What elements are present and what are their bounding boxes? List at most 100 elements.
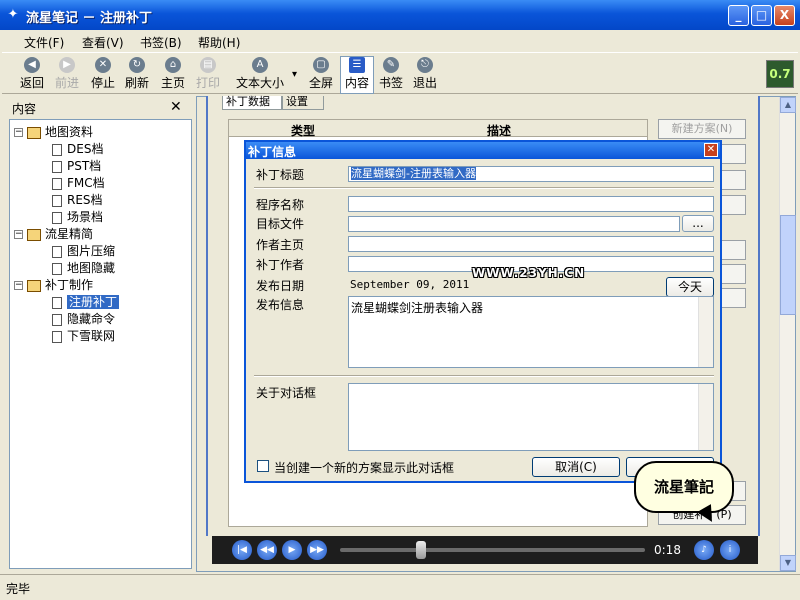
textarea-scrollbar[interactable] bbox=[698, 384, 713, 450]
info-icon[interactable]: i bbox=[720, 540, 740, 560]
contents-button[interactable]: ☰ 内容 bbox=[340, 56, 374, 94]
forward-button[interactable]: ▶ 前进 bbox=[52, 57, 82, 93]
scroll-down-icon[interactable]: ▼ bbox=[780, 555, 796, 571]
maximize-button[interactable]: □ bbox=[751, 5, 772, 26]
tree-node-patch-make[interactable]: − 补丁制作 bbox=[14, 276, 93, 293]
page-icon bbox=[52, 245, 62, 258]
fast-forward-icon[interactable]: ▶▶ bbox=[307, 540, 327, 560]
contents-panel-title: 内容 bbox=[12, 102, 37, 116]
media-progress-track[interactable] bbox=[340, 548, 645, 552]
stop-button[interactable]: ✕ 停止 bbox=[88, 57, 118, 93]
about-dialog-textarea[interactable] bbox=[348, 383, 714, 451]
release-info-label: 发布信息 bbox=[256, 298, 305, 312]
close-button[interactable]: X bbox=[774, 5, 795, 26]
tree-node-res[interactable]: RES档 bbox=[52, 191, 103, 208]
exit-icon: ⎋ bbox=[417, 57, 433, 73]
about-dialog-label: 关于对话框 bbox=[256, 386, 317, 400]
patch-author-label: 补丁作者 bbox=[256, 258, 305, 272]
textarea-scrollbar[interactable] bbox=[698, 297, 713, 367]
tab-settings[interactable]: 设置 bbox=[282, 96, 324, 110]
menu-bookmarks[interactable]: 书签(B) bbox=[140, 34, 182, 51]
page-icon bbox=[52, 143, 62, 156]
page-icon bbox=[52, 211, 62, 224]
release-date-label: 发布日期 bbox=[256, 279, 305, 293]
grid-header: 类型 描述 bbox=[228, 119, 648, 138]
page-icon bbox=[52, 177, 62, 190]
cancel-button[interactable]: 取消(C) bbox=[532, 457, 620, 477]
tree-node-hidden-commands[interactable]: 隐藏命令 bbox=[52, 310, 115, 327]
browse-button[interactable]: ... bbox=[682, 215, 714, 232]
exit-button[interactable]: ⎋ 退出 bbox=[410, 57, 440, 93]
home-icon: ⌂ bbox=[165, 57, 181, 73]
font-size-dropdown-icon[interactable]: ▾ bbox=[292, 69, 297, 80]
scroll-thumb[interactable] bbox=[780, 215, 796, 315]
vertical-scrollbar[interactable]: ▲ ▼ bbox=[779, 97, 796, 571]
contents-panel-header: 内容 ✕ bbox=[2, 96, 192, 118]
back-icon: ◀ bbox=[24, 57, 40, 73]
back-button[interactable]: ◀ 返回 bbox=[18, 57, 46, 93]
tree-node-pst[interactable]: PST档 bbox=[52, 157, 101, 174]
tree-node-map-hide[interactable]: 地图隐藏 bbox=[52, 259, 115, 276]
menu-file[interactable]: 文件(F) bbox=[24, 34, 64, 51]
volume-icon[interactable]: ♪ bbox=[694, 540, 714, 560]
play-icon[interactable]: ▶ bbox=[282, 540, 302, 560]
contents-tree[interactable]: − 地图资料 DES档 PST档 FMC档 RES档 场景档 − 流星精简 图片压缩… bbox=[9, 119, 192, 569]
tree-node-image-compress[interactable]: 图片压缩 bbox=[52, 242, 115, 259]
status-bar: 完毕 bbox=[0, 574, 800, 600]
dialog-close-icon[interactable]: ✕ bbox=[704, 143, 718, 157]
rewind-icon[interactable]: ◀◀ bbox=[257, 540, 277, 560]
release-date-field[interactable]: September 09, 2011 bbox=[348, 278, 664, 294]
book-icon bbox=[27, 126, 41, 139]
contents-panel: 内容 ✕ − 地图资料 DES档 PST档 FMC档 RES档 场景档 − 流星精简… bbox=[2, 96, 192, 572]
target-file-field[interactable] bbox=[348, 216, 680, 232]
bookmark-button[interactable]: ✎ 书签 bbox=[376, 57, 406, 93]
release-info-textarea[interactable]: 流星蝴蝶剑注册表输入器 bbox=[348, 296, 714, 368]
page-icon bbox=[52, 160, 62, 173]
collapse-icon[interactable]: − bbox=[14, 128, 23, 137]
skip-back-icon[interactable]: |◀ bbox=[232, 540, 252, 560]
print-button[interactable]: ▤ 打印 bbox=[193, 57, 223, 93]
patch-title-field[interactable]: 流星蝴蝶剑-注册表输入器 bbox=[348, 166, 714, 182]
scroll-up-icon[interactable]: ▲ bbox=[780, 97, 796, 113]
new-scheme-button[interactable]: 新建方案(N) bbox=[658, 119, 746, 139]
collapse-icon[interactable]: − bbox=[14, 281, 23, 290]
tree-node-des[interactable]: DES档 bbox=[52, 140, 103, 157]
tree-node-fmc[interactable]: FMC档 bbox=[52, 174, 105, 191]
show-dialog-checkbox[interactable] bbox=[257, 460, 269, 472]
tree-node-lite[interactable]: − 流星精简 bbox=[14, 225, 93, 242]
media-time: 0:18 bbox=[654, 543, 681, 557]
program-name-label: 程序名称 bbox=[256, 198, 305, 212]
dialog-title-bar[interactable]: 补丁信息 ✕ bbox=[246, 142, 720, 159]
book-icon bbox=[27, 228, 41, 241]
window-title: 流星笔记 － 注册补丁 bbox=[26, 11, 153, 26]
tab-patch-data[interactable]: 补丁数据 bbox=[222, 96, 282, 110]
window-title-bar[interactable]: ✦ 流星笔记 － 注册补丁 _ □ X bbox=[0, 0, 800, 30]
media-player-bar: |◀ ◀◀ ▶ ▶▶ 0:18 ♪ i bbox=[212, 536, 758, 564]
stop-icon: ✕ bbox=[95, 57, 111, 73]
collapse-icon[interactable]: − bbox=[14, 230, 23, 239]
menu-help[interactable]: 帮助(H) bbox=[198, 34, 240, 51]
fullscreen-button[interactable]: ▢ 全屏 bbox=[306, 57, 336, 93]
program-name-field[interactable] bbox=[348, 196, 714, 212]
home-button[interactable]: ⌂ 主页 bbox=[158, 57, 188, 93]
font-size-button[interactable]: A 文本大小 bbox=[232, 57, 288, 93]
watermark: WWW.23YH.CN bbox=[472, 266, 586, 280]
app-logo-icon: ✦ bbox=[7, 7, 19, 22]
author-home-field[interactable] bbox=[348, 236, 714, 252]
status-text: 完毕 bbox=[6, 582, 31, 596]
tree-node-map-data[interactable]: − 地图资料 bbox=[14, 123, 93, 140]
tree-node-scene[interactable]: 场景档 bbox=[52, 208, 103, 225]
fullscreen-icon: ▢ bbox=[313, 57, 329, 73]
tree-node-snow-online[interactable]: 下雪联网 bbox=[52, 327, 115, 344]
media-progress-knob[interactable] bbox=[416, 541, 426, 559]
close-panel-icon[interactable]: ✕ bbox=[170, 99, 182, 115]
font-size-icon: A bbox=[252, 57, 268, 73]
page-icon bbox=[52, 262, 62, 275]
menu-view[interactable]: 查看(V) bbox=[82, 34, 124, 51]
tree-node-register-patch[interactable]: 注册补丁 bbox=[52, 293, 120, 310]
patch-info-dialog: 补丁信息 ✕ 补丁标题 流星蝴蝶剑-注册表输入器 程序名称 目标文件 ... 作… bbox=[244, 140, 722, 483]
contents-icon: ☰ bbox=[349, 57, 365, 73]
minimize-button[interactable]: _ bbox=[728, 5, 749, 26]
refresh-button[interactable]: ↻ 刷新 bbox=[122, 57, 152, 93]
today-button[interactable]: 今天 bbox=[666, 277, 714, 297]
